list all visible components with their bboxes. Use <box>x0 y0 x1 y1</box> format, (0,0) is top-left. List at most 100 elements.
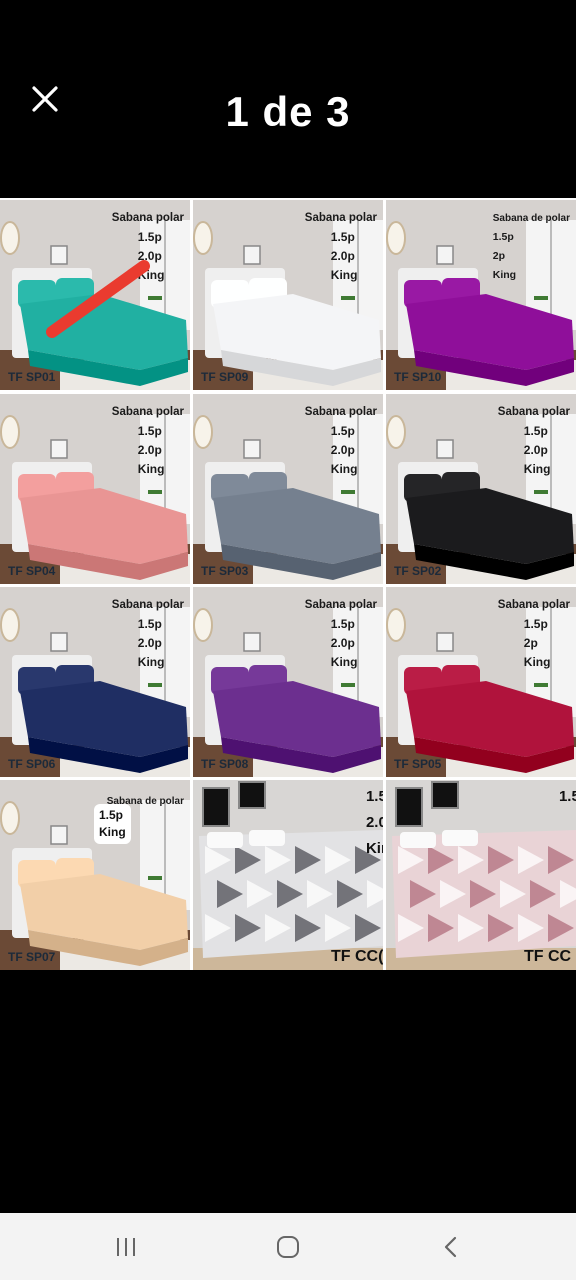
caption-size: King <box>330 268 358 282</box>
product-code: TF SP07 <box>8 950 56 964</box>
picture-frame <box>243 245 261 265</box>
caption-size: King <box>137 655 165 669</box>
caption-size: 2.0p <box>330 443 355 457</box>
picture-frame <box>50 439 68 459</box>
product-tile-sp08: Sabana polar 1.5p 2.0p King TF SP08 <box>193 587 383 777</box>
wall-lamp <box>0 415 20 449</box>
page-counter: 1 de 3 <box>225 88 351 135</box>
caption-size: 2.0 <box>365 814 383 831</box>
caption-size: 2.0p <box>523 443 548 457</box>
plant <box>148 876 162 880</box>
size-badge: 1.5p King <box>94 804 131 844</box>
system-navigation-bar <box>0 1213 576 1280</box>
product-tile-sp04: Sabana polar 1.5p 2.0p King TF SP04 <box>0 394 190 584</box>
plant <box>534 490 548 494</box>
caption-size: 2.0p <box>137 443 162 457</box>
caption-title: Sabana polar <box>497 406 570 418</box>
wall-art <box>395 787 423 827</box>
caption-size: 2.0p <box>330 249 355 263</box>
caption-size: 1.5p <box>137 617 162 631</box>
wall-lamp <box>193 608 213 642</box>
pillow <box>207 832 243 848</box>
patterned-bed-illustration <box>193 780 383 970</box>
product-caption: Sabana polar 1.5p 2.0p King <box>112 403 184 479</box>
product-code: TF SP08 <box>201 757 249 771</box>
plant <box>148 296 162 300</box>
pillow <box>442 830 478 846</box>
caption-size: King <box>492 269 517 281</box>
product-tile-sp06: Sabana polar 1.5p 2.0p King TF SP06 <box>0 587 190 777</box>
caption-title: Sabana polar <box>304 599 377 611</box>
caption-title: Sabana polar <box>304 212 377 224</box>
caption-title: Sabana polar <box>111 599 184 611</box>
caption-size: King <box>137 462 165 476</box>
wall-lamp <box>386 221 406 255</box>
badge-size: King <box>99 825 126 839</box>
caption-size: King <box>523 655 551 669</box>
product-caption: Sabana polar 1.5p 2.0p King <box>305 209 377 285</box>
product-caption: Sabana polar 1.5p 2.0p King <box>112 209 184 285</box>
pillow <box>249 830 285 846</box>
caption-size: King <box>137 268 165 282</box>
product-tile-cc-pink: 1.5| TF CC <box>386 780 576 970</box>
product-code: TF SP04 <box>8 564 56 578</box>
product-code: TF SP10 <box>394 370 442 384</box>
caption-size: 1.5p <box>492 231 514 243</box>
caption-title: Sabana polar <box>111 212 184 224</box>
picture-frame <box>50 825 68 845</box>
caption-size: 1.5p <box>523 424 548 438</box>
caption-size: 1.5p <box>330 424 355 438</box>
patterned-bed-illustration <box>386 780 576 970</box>
product-caption: 1.5| 2.0 Kin <box>366 784 383 862</box>
wall-art <box>431 781 459 809</box>
caption-size: 1.5p <box>330 230 355 244</box>
product-caption: Sabana de polar 1.5p 2p King <box>493 209 570 285</box>
wall-lamp <box>386 415 406 449</box>
product-tile-cc-gray: 1.5| 2.0 Kin TF CC( <box>193 780 383 970</box>
caption-size: 1.5p <box>137 424 162 438</box>
caption-size: 2p <box>492 250 506 262</box>
caption-size: 2.0p <box>137 249 162 263</box>
plant <box>534 296 548 300</box>
wall-lamp <box>193 221 213 255</box>
caption-size: King <box>523 462 551 476</box>
caption-title: Sabana polar <box>497 599 570 611</box>
product-code: TF SP03 <box>201 564 249 578</box>
wall-lamp <box>0 221 20 255</box>
picture-frame <box>50 632 68 652</box>
plant <box>341 296 355 300</box>
product-image-grid[interactable]: Sabana polar 1.5p 2.0p King TF SP01 Saba… <box>0 198 576 970</box>
product-caption: Sabana polar 1.5p 2.0p King <box>305 403 377 479</box>
picture-frame <box>243 439 261 459</box>
product-tile-sp09: Sabana polar 1.5p 2.0p King TF SP09 <box>193 200 383 390</box>
plant <box>341 490 355 494</box>
product-caption: Sabana polar 1.5p 2.0p King <box>498 403 570 479</box>
caption-size: 1.5p <box>137 230 162 244</box>
caption-size: 1.5p <box>330 617 355 631</box>
home-icon[interactable] <box>268 1233 308 1261</box>
product-code: TF SP06 <box>8 757 56 771</box>
product-tile-sp07: Sabana de polar 1.5p King TF SP07 <box>0 780 190 970</box>
recent-apps-icon[interactable] <box>106 1233 146 1261</box>
product-tile-sp02: Sabana polar 1.5p 2.0p King TF SP02 <box>386 394 576 584</box>
product-code: TF SP09 <box>201 370 249 384</box>
caption-size: Kin <box>365 840 383 857</box>
caption-size: 2.0p <box>330 636 355 650</box>
wall-lamp <box>0 608 20 642</box>
product-code: TF SP02 <box>394 564 442 578</box>
wall-lamp <box>0 801 20 835</box>
picture-frame <box>243 632 261 652</box>
caption-size: 2.0p <box>137 636 162 650</box>
wall-lamp <box>193 415 213 449</box>
back-icon[interactable] <box>430 1233 470 1261</box>
product-code: TF SP05 <box>394 757 442 771</box>
caption-size: 1.5| <box>558 788 576 805</box>
badge-size: 1.5p <box>99 808 124 822</box>
caption-size: King <box>330 462 358 476</box>
pillow <box>400 832 436 848</box>
caption-size: 1.5p <box>523 617 548 631</box>
product-tile-sp05: Sabana polar 1.5p 2p King TF SP05 <box>386 587 576 777</box>
picture-frame <box>50 245 68 265</box>
caption-title: Sabana polar <box>111 406 184 418</box>
product-caption: Sabana polar 1.5p 2p King <box>498 596 570 672</box>
